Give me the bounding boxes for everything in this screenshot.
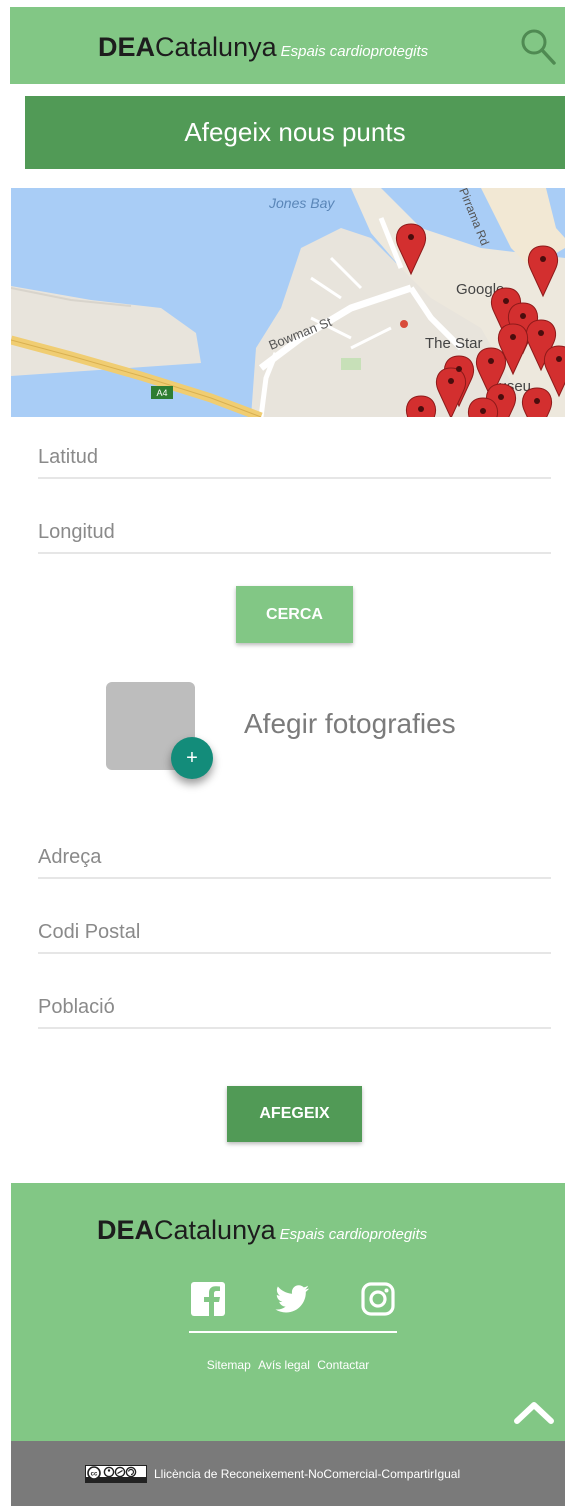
license-text: Llicència de Reconeixement-NoComercial-C… xyxy=(154,1467,461,1481)
footer-divider xyxy=(189,1331,397,1333)
map-canvas: A4 Jones Bay Bowman St Pirrama Rd Google… xyxy=(11,188,565,417)
footer-link-legal[interactable]: Avís legal xyxy=(258,1358,310,1372)
postal-code-field xyxy=(38,902,551,954)
footer-logo[interactable]: DEA Catalunya Espais cardioprotegits xyxy=(97,1215,427,1246)
site-footer: DEA Catalunya Espais cardioprotegits Sit… xyxy=(11,1183,565,1441)
add-photo-button[interactable]: + xyxy=(171,737,213,779)
footer-link-contact[interactable]: Contactar xyxy=(317,1358,369,1372)
site-header: DEA Catalunya Espais cardioprotegits xyxy=(10,7,565,84)
chevron-up-icon[interactable] xyxy=(513,1399,555,1425)
creative-commons-icon[interactable]: cc xyxy=(85,1465,147,1483)
twitter-icon[interactable] xyxy=(274,1281,310,1317)
map-view[interactable]: A4 Jones Bay Bowman St Pirrama Rd Google… xyxy=(11,188,565,417)
footer-logo-regular: Catalunya xyxy=(154,1215,276,1245)
add-photo-label: Afegir fotografies xyxy=(244,708,456,739)
submit-button[interactable]: AFEGEIX xyxy=(227,1086,362,1142)
page-title: Afegeix nous punts xyxy=(25,96,565,169)
latitude-input[interactable] xyxy=(38,446,551,469)
map-label-star: The Star xyxy=(425,335,483,352)
footer-links: Sitemap Avís legal Contactar xyxy=(11,1358,565,1372)
town-field xyxy=(38,977,551,1029)
instagram-icon[interactable] xyxy=(360,1281,396,1317)
town-input[interactable] xyxy=(38,996,551,1019)
logo-tagline: Espais cardioprotegits xyxy=(280,43,429,60)
logo-bold: DEA xyxy=(98,32,156,62)
footer-link-sitemap[interactable]: Sitemap xyxy=(207,1358,251,1372)
longitude-field xyxy=(38,502,551,554)
road-badge-label: A4 xyxy=(156,388,167,398)
postal-code-input[interactable] xyxy=(38,921,551,944)
map-label-bay: Jones Bay xyxy=(268,195,335,211)
facebook-icon[interactable] xyxy=(190,1281,226,1317)
address-field xyxy=(38,827,551,879)
search-button[interactable]: CERCA xyxy=(236,586,353,643)
plus-icon: + xyxy=(186,746,198,769)
footer-logo-bold: DEA xyxy=(97,1215,155,1245)
search-icon[interactable] xyxy=(519,27,557,67)
license-bar: cc Llicència de Reconeixement-NoComercia… xyxy=(11,1441,565,1506)
logo-regular: Catalunya xyxy=(155,32,277,62)
site-logo[interactable]: DEA Catalunya Espais cardioprotegits xyxy=(98,32,428,63)
svg-text:cc: cc xyxy=(91,1472,98,1478)
longitude-input[interactable] xyxy=(38,521,551,544)
address-input[interactable] xyxy=(38,846,551,869)
latitude-field xyxy=(38,427,551,479)
footer-logo-tagline: Espais cardioprotegits xyxy=(279,1226,428,1243)
